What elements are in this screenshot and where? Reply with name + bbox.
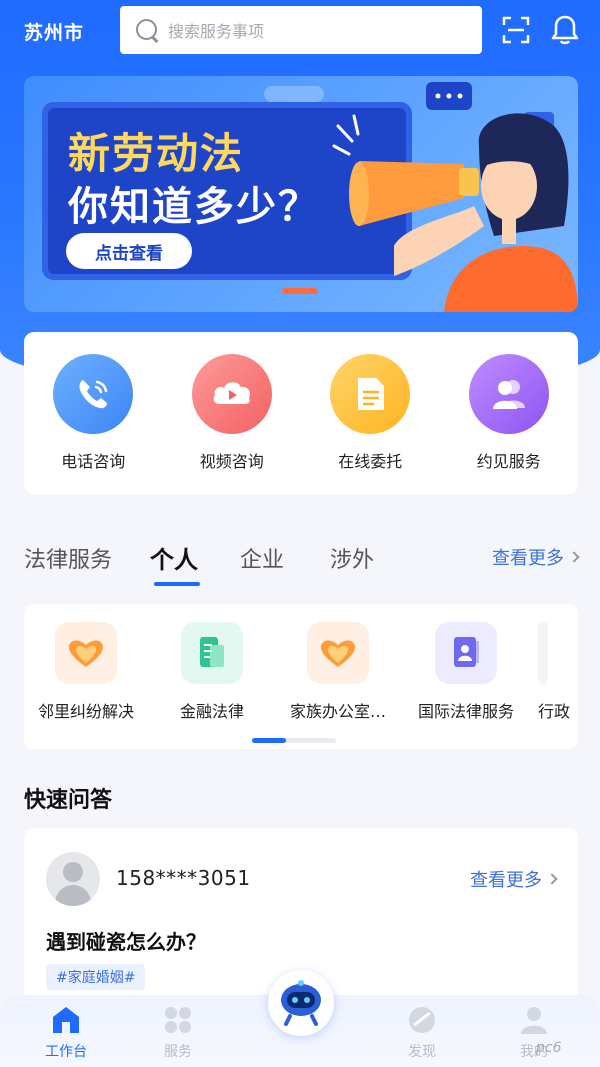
city-selector[interactable]: 苏州市 bbox=[24, 18, 84, 45]
heart-hands-icon bbox=[55, 622, 117, 684]
top-bar: 苏州市 搜索服务事项 bbox=[0, 0, 600, 64]
banner-title-line1: 新劳动法 bbox=[68, 129, 245, 178]
watermark: pc6 bbox=[536, 1040, 562, 1056]
banner-title-line2: 你知道多少？ bbox=[68, 184, 320, 230]
action-video-consult[interactable]: 视频咨询 bbox=[177, 354, 287, 494]
nav-discover[interactable]: 发现 bbox=[382, 1005, 462, 1061]
category-family-office[interactable]: 家族办公室… bbox=[282, 622, 394, 722]
video-icon bbox=[191, 354, 272, 434]
category-international-law[interactable]: 国际法律服务 bbox=[408, 622, 524, 722]
question-text: 遇到碰瓷怎么办？ bbox=[46, 930, 206, 954]
search-icon bbox=[134, 17, 160, 43]
banner-view-button[interactable]: 点击查看 bbox=[66, 233, 192, 269]
search-input[interactable]: 搜索服务事项 bbox=[120, 6, 482, 54]
tab-personal[interactable]: 个人 bbox=[150, 540, 198, 575]
category-label: 行政 bbox=[538, 702, 571, 721]
more-label: 查看更多 bbox=[470, 870, 542, 891]
robot-icon bbox=[281, 980, 321, 1026]
action-label: 视频咨询 bbox=[199, 452, 264, 471]
active-tab-indicator bbox=[154, 582, 200, 586]
nav-mine[interactable]: 我的 bbox=[494, 1005, 574, 1061]
discover-icon bbox=[409, 1007, 435, 1033]
tab-foreign[interactable]: 涉外 bbox=[330, 542, 374, 574]
heart-hands-icon bbox=[307, 622, 369, 684]
nav-label: 服务 bbox=[164, 1044, 192, 1060]
nav-services[interactable]: 服务 bbox=[138, 1005, 218, 1061]
tab-legal-services[interactable]: 法律服务 bbox=[24, 542, 112, 574]
category-neighbor-dispute[interactable]: 邻里纠纷解决 bbox=[30, 622, 142, 722]
chevron-right-icon bbox=[568, 551, 580, 563]
qa-more-link[interactable]: 查看更多 bbox=[470, 866, 558, 892]
service-categories-card: 邻里纠纷解决 金融法律 家族办公室… 国际法律服务 行政 bbox=[24, 604, 578, 749]
document-icon bbox=[330, 354, 411, 434]
action-online-entrust[interactable]: 在线委托 bbox=[315, 354, 425, 494]
category-label: 国际法律服务 bbox=[417, 702, 514, 721]
category-scroll-indicator bbox=[252, 738, 336, 743]
chevron-right-icon bbox=[546, 873, 558, 885]
person-megaphone-illustration bbox=[332, 113, 578, 312]
ai-assistant-button[interactable] bbox=[268, 970, 334, 1036]
scan-icon[interactable] bbox=[502, 16, 530, 44]
more-label: 查看更多 bbox=[492, 548, 564, 569]
passport-icon bbox=[435, 622, 497, 684]
finance-doc-icon bbox=[181, 622, 243, 684]
qa-section-title: 快速问答 bbox=[24, 788, 113, 813]
nav-workbench[interactable]: 工作台 bbox=[26, 1005, 106, 1061]
category-administrative[interactable]: 行政 bbox=[538, 622, 578, 722]
user-icon bbox=[521, 1007, 547, 1034]
avatar bbox=[46, 852, 100, 906]
category-label: 金融法律 bbox=[179, 702, 244, 721]
home-icon bbox=[53, 1007, 79, 1033]
category-label: 邻里纠纷解决 bbox=[37, 702, 134, 721]
question-tag[interactable]: #家庭婚姻# bbox=[46, 964, 146, 990]
action-appointment[interactable]: 约见服务 bbox=[454, 354, 564, 494]
service-tabs: 法律服务 个人 企业 涉外 查看更多 bbox=[24, 534, 580, 594]
bell-icon[interactable] bbox=[550, 14, 580, 46]
promo-banner[interactable]: 新劳动法 你知道多少？ 点击查看 bbox=[24, 76, 578, 312]
nav-label: 发现 bbox=[408, 1044, 436, 1060]
action-label: 在线委托 bbox=[338, 452, 403, 471]
user-phone: 158****3051 bbox=[116, 866, 251, 890]
action-phone-consult[interactable]: 电话咨询 bbox=[38, 354, 148, 494]
category-label: 家族办公室… bbox=[289, 702, 386, 721]
category-icon-partial bbox=[538, 622, 548, 684]
services-more-link[interactable]: 查看更多 bbox=[492, 544, 580, 570]
phone-icon bbox=[53, 354, 134, 434]
category-finance-law[interactable]: 金融法律 bbox=[156, 622, 268, 722]
people-icon bbox=[468, 354, 549, 434]
quick-actions-card: 电话咨询 视频咨询 在线委托 约见服务 bbox=[24, 332, 578, 494]
action-label: 电话咨询 bbox=[61, 452, 126, 471]
search-placeholder: 搜索服务事项 bbox=[168, 22, 265, 41]
nav-label: 工作台 bbox=[45, 1044, 87, 1060]
action-label: 约见服务 bbox=[476, 452, 541, 471]
grid-icon bbox=[165, 1007, 191, 1033]
tab-enterprise[interactable]: 企业 bbox=[240, 542, 284, 574]
banner-indicator bbox=[282, 288, 318, 294]
